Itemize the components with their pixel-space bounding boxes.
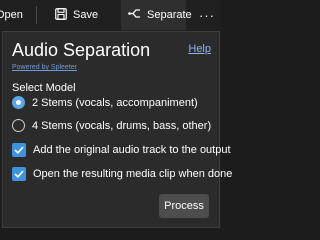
powered-by-link[interactable]: Powered by Spleeter [12,64,77,71]
open-button-label: Open [0,9,23,21]
checkbox-add-original-track-label: Add the original audio track to the outp… [33,144,231,156]
open-button[interactable]: Open [0,0,23,30]
checkbox-add-original-track[interactable]: Add the original audio track to the outp… [12,143,231,157]
radio-unselected-icon[interactable] [12,119,25,132]
save-icon [55,7,67,23]
separate-button[interactable]: Separate [121,0,192,30]
checkbox-open-result-label: Open the resulting media clip when done [33,168,233,180]
radio-selected-icon[interactable] [12,96,25,109]
save-button-label: Save [73,9,99,21]
toolbar: Open Save Separate ··· [0,0,221,30]
process-button[interactable]: Process [159,194,209,218]
app-window: Open Save Separate ··· Audio Separation … [0,0,232,228]
radio-2-stems-label: 2 Stems (vocals, accompaniment) [32,96,198,109]
dialog-title: Audio Separation [12,40,151,60]
split-icon [128,8,141,22]
radio-4-stems-label: 4 Stems (vocals, drums, bass, other) [32,119,212,132]
more-icon: ··· [199,7,215,23]
radio-2-stems[interactable]: 2 Stems (vocals, accompaniment) [12,96,198,109]
checkmark-icon[interactable] [12,143,26,157]
checkbox-open-result[interactable]: Open the resulting media clip when done [12,167,232,181]
save-button[interactable]: Save [55,0,98,30]
toolbar-divider [36,6,37,24]
more-options-button[interactable]: ··· [196,0,218,30]
radio-4-stems[interactable]: 4 Stems (vocals, drums, bass, other) [12,119,211,132]
help-link[interactable]: Help [188,43,211,55]
select-model-label: Select Model [12,82,76,94]
checkmark-icon[interactable] [12,167,26,181]
separate-button-label: Separate [147,9,192,21]
audio-separation-flyout: Audio Separation Help Powered by Spleete… [2,31,232,228]
